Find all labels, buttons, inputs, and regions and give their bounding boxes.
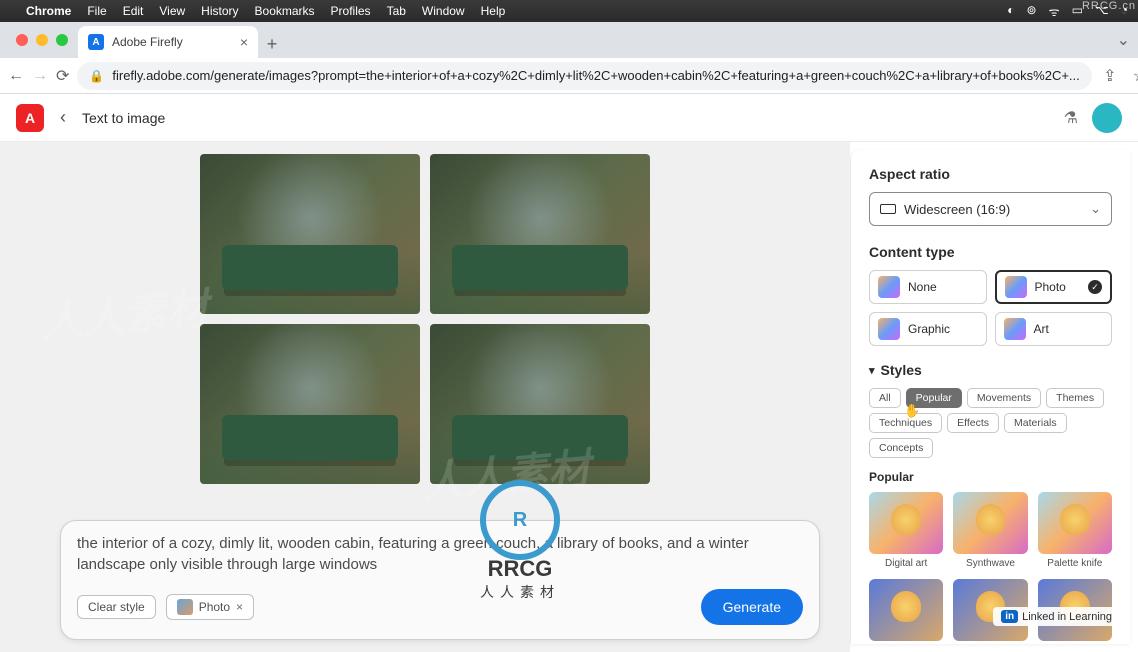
style-preset-digital-art[interactable]: Digital art bbox=[869, 492, 943, 569]
preset-thumb bbox=[1038, 492, 1112, 554]
active-app-name[interactable]: Chrome bbox=[26, 4, 71, 18]
style-chip-photo[interactable]: Photo × bbox=[166, 594, 254, 620]
user-avatar[interactable] bbox=[1092, 103, 1122, 133]
content-type-art[interactable]: Art bbox=[995, 312, 1113, 346]
style-tab-popular[interactable]: Popular bbox=[906, 388, 962, 408]
tab-favicon: A bbox=[88, 34, 104, 50]
generated-image-2[interactable] bbox=[430, 154, 650, 314]
browser-window: A Adobe Firefly × + ⌄ ← → ⟳ 🔒 firefly.ad… bbox=[0, 22, 1138, 652]
tab-strip: A Adobe Firefly × + ⌄ bbox=[0, 22, 1138, 58]
ct-thumb-icon bbox=[878, 276, 900, 298]
ct-thumb-icon bbox=[878, 318, 900, 340]
content-type-graphic[interactable]: Graphic bbox=[869, 312, 987, 346]
window-controls bbox=[6, 34, 78, 46]
generate-button[interactable]: Generate bbox=[701, 589, 803, 625]
prompt-bar: the interior of a cozy, dimly lit, woode… bbox=[60, 520, 820, 640]
style-tab-themes[interactable]: Themes bbox=[1046, 388, 1104, 408]
remove-style-icon[interactable]: × bbox=[236, 600, 243, 614]
adobe-logo[interactable]: A bbox=[16, 104, 44, 132]
bookmark-icon[interactable]: ☆ bbox=[1130, 66, 1138, 86]
style-preset[interactable] bbox=[869, 579, 943, 641]
style-presets-row2 bbox=[869, 579, 1112, 641]
page-title: Text to image bbox=[82, 110, 165, 126]
aspect-ratio-value: Widescreen (16:9) bbox=[904, 202, 1010, 217]
wifi-icon-2[interactable]: ᯤ bbox=[1049, 3, 1060, 20]
tabs-dropdown-icon[interactable]: ⌄ bbox=[1117, 30, 1130, 50]
generated-image-3[interactable] bbox=[200, 324, 420, 484]
preset-thumb bbox=[869, 579, 943, 641]
menu-bookmarks[interactable]: Bookmarks bbox=[255, 4, 315, 18]
preset-thumb bbox=[953, 579, 1027, 641]
content-type-photo[interactable]: Photo ✓ bbox=[995, 270, 1113, 304]
maximize-window-button[interactable] bbox=[56, 34, 68, 46]
image-results-grid bbox=[0, 154, 850, 484]
generated-image-4[interactable] bbox=[430, 324, 650, 484]
content-type-label: Content type bbox=[869, 244, 1112, 260]
style-tab-effects[interactable]: Effects bbox=[947, 413, 999, 433]
chevron-down-icon: ▾ bbox=[869, 364, 875, 377]
styles-section-toggle[interactable]: ▾ Styles bbox=[869, 362, 1112, 378]
back-chevron-icon[interactable]: ‹ bbox=[60, 107, 66, 128]
main-area: 人人素材 人人素材 the interior of a cozy, dimly … bbox=[0, 142, 1138, 652]
style-presets-row1: Digital art Synthwave Palette knife bbox=[869, 492, 1112, 569]
menu-view[interactable]: View bbox=[159, 4, 185, 18]
style-tab-techniques[interactable]: Techniques bbox=[869, 413, 942, 433]
style-tab-materials[interactable]: Materials bbox=[1004, 413, 1067, 433]
clear-style-button[interactable]: Clear style bbox=[77, 595, 156, 619]
style-tabs: All Popular Movements Themes Techniques … bbox=[869, 388, 1112, 458]
content-type-none[interactable]: None bbox=[869, 270, 987, 304]
style-tab-concepts[interactable]: Concepts bbox=[869, 438, 933, 458]
menu-history[interactable]: History bbox=[201, 4, 238, 18]
close-window-button[interactable] bbox=[16, 34, 28, 46]
generated-image-1[interactable] bbox=[200, 154, 420, 314]
content-type-grid: None Photo ✓ Graphic Art bbox=[869, 270, 1112, 346]
prompt-input[interactable]: the interior of a cozy, dimly lit, woode… bbox=[77, 533, 803, 575]
share-icon[interactable]: ⇪ bbox=[1100, 66, 1120, 86]
status-icon[interactable]: ◐ bbox=[1007, 3, 1014, 20]
style-preset[interactable] bbox=[953, 579, 1027, 641]
app-header: A ‹ Text to image ⚗ bbox=[0, 94, 1138, 142]
popular-label: Popular bbox=[869, 470, 1112, 484]
browser-tab[interactable]: A Adobe Firefly × bbox=[78, 26, 258, 58]
menu-profiles[interactable]: Profiles bbox=[331, 4, 371, 18]
lock-icon: 🔒 bbox=[89, 69, 104, 83]
minimize-window-button[interactable] bbox=[36, 34, 48, 46]
settings-sidebar: Aspect ratio Widescreen (16:9) ⌄ Content… bbox=[850, 150, 1130, 644]
aspect-ratio-select[interactable]: Widescreen (16:9) ⌄ bbox=[869, 192, 1112, 226]
style-tab-all[interactable]: All bbox=[869, 388, 901, 408]
preset-thumb bbox=[953, 492, 1027, 554]
check-icon: ✓ bbox=[1088, 280, 1102, 294]
style-preset[interactable] bbox=[1038, 579, 1112, 641]
canvas-area: 人人素材 人人素材 the interior of a cozy, dimly … bbox=[0, 142, 850, 652]
menu-file[interactable]: File bbox=[87, 4, 106, 18]
style-tab-movements[interactable]: Movements bbox=[967, 388, 1041, 408]
mac-menubar: Chrome File Edit View History Bookmarks … bbox=[0, 0, 1138, 22]
site-watermark: RRCG.cn bbox=[1082, 0, 1136, 12]
aspect-ratio-label: Aspect ratio bbox=[869, 166, 1112, 182]
address-bar[interactable]: 🔒 firefly.adobe.com/generate/images?prom… bbox=[77, 62, 1091, 90]
chevron-down-icon: ⌄ bbox=[1090, 201, 1101, 217]
browser-toolbar: ← → ⟳ 🔒 firefly.adobe.com/generate/image… bbox=[0, 58, 1138, 94]
url-text: firefly.adobe.com/generate/images?prompt… bbox=[112, 68, 1079, 83]
preset-thumb bbox=[869, 492, 943, 554]
aspect-ratio-icon bbox=[880, 204, 896, 214]
ct-thumb-icon bbox=[1005, 276, 1027, 298]
tab-title: Adobe Firefly bbox=[112, 35, 183, 49]
reload-button[interactable]: ⟳ bbox=[56, 62, 69, 90]
wifi-icon[interactable]: ⊚ bbox=[1027, 3, 1037, 20]
forward-button[interactable]: → bbox=[32, 62, 48, 90]
menu-help[interactable]: Help bbox=[481, 4, 506, 18]
style-preset-palette-knife[interactable]: Palette knife bbox=[1038, 492, 1112, 569]
back-button[interactable]: ← bbox=[8, 62, 24, 90]
menu-window[interactable]: Window bbox=[422, 4, 465, 18]
ct-thumb-icon bbox=[1004, 318, 1026, 340]
preset-thumb bbox=[1038, 579, 1112, 641]
style-chip-thumb bbox=[177, 599, 193, 615]
menu-edit[interactable]: Edit bbox=[123, 4, 144, 18]
close-tab-icon[interactable]: × bbox=[240, 34, 248, 50]
style-preset-synthwave[interactable]: Synthwave bbox=[953, 492, 1027, 569]
beaker-icon[interactable]: ⚗ bbox=[1064, 108, 1078, 128]
new-tab-button[interactable]: + bbox=[258, 30, 286, 58]
menu-tab[interactable]: Tab bbox=[387, 4, 406, 18]
